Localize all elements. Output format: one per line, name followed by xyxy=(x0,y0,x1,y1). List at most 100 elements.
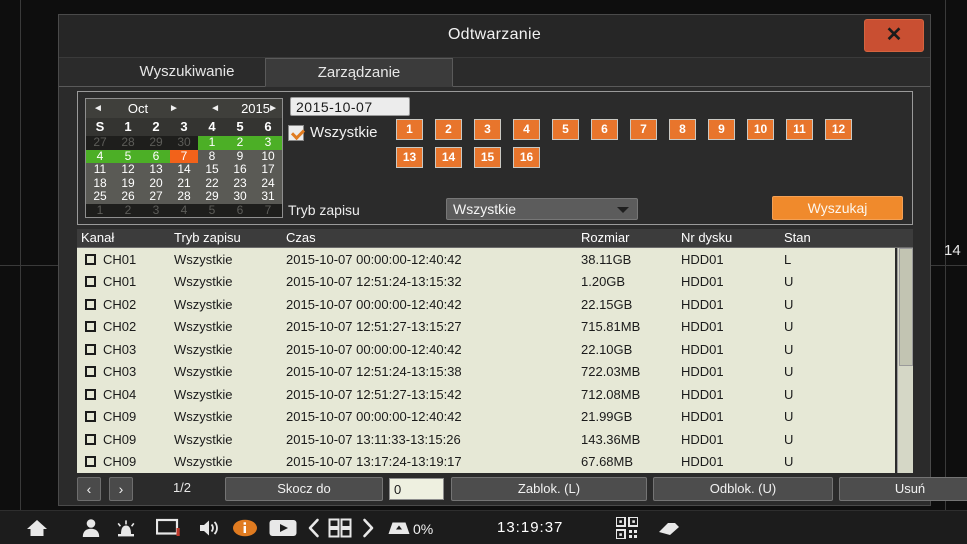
record-mode-select[interactable]: Wszystkie xyxy=(446,198,638,220)
pin-icon[interactable] xyxy=(656,517,682,539)
tab-wyszukiwanie[interactable]: Wyszukiwanie xyxy=(97,58,277,87)
channel-button-10[interactable]: 10 xyxy=(747,119,774,140)
calendar-day-29[interactable]: 29 xyxy=(198,190,226,204)
table-row[interactable]: CH01 Wszystkie 2015-10-07 12:51:24-13:15:3… xyxy=(77,271,895,294)
table-row[interactable]: CH02 Wszystkie 2015-10-07 12:51:27-13:15:2… xyxy=(77,316,895,339)
calendar-day-28[interactable]: 28 xyxy=(170,190,198,204)
calendar-day-4[interactable]: 4 xyxy=(86,149,114,163)
calendar-day-9[interactable]: 9 xyxy=(226,149,254,163)
channel-button-9[interactable]: 9 xyxy=(708,119,735,140)
channel-button-13[interactable]: 13 xyxy=(396,147,423,168)
table-row[interactable]: CH02 Wszystkie 2015-10-07 00:00:00-12:40:4… xyxy=(77,293,895,316)
calendar-day-27[interactable]: 27 xyxy=(142,190,170,204)
table-row[interactable]: CH03 Wszystkie 2015-10-07 00:00:00-12:40:4… xyxy=(77,338,895,361)
row-checkbox[interactable] xyxy=(85,456,96,468)
channel-button-11[interactable]: 11 xyxy=(786,119,813,140)
grid-layout-icon[interactable] xyxy=(326,517,354,539)
calendar-day-2[interactable]: 2 xyxy=(226,136,254,150)
channel-button-8[interactable]: 8 xyxy=(669,119,696,140)
calendar-day-8[interactable]: 8 xyxy=(198,149,226,163)
prev-channel-icon[interactable] xyxy=(306,517,322,539)
calendar-day-6[interactable]: 6 xyxy=(142,149,170,163)
next-month-icon[interactable]: ► xyxy=(169,102,179,115)
calendar-day-22[interactable]: 22 xyxy=(198,176,226,190)
qr-code-icon[interactable] xyxy=(614,517,640,539)
row-checkbox[interactable] xyxy=(85,276,96,288)
search-button[interactable]: Wyszukaj xyxy=(772,196,903,220)
calendar-day-18[interactable]: 18 xyxy=(86,176,114,190)
calendar-day-21[interactable]: 21 xyxy=(170,176,198,190)
calendar-day-23[interactable]: 23 xyxy=(226,176,254,190)
row-checkbox[interactable] xyxy=(85,343,96,355)
calendar-day-16[interactable]: 16 xyxy=(226,163,254,177)
row-checkbox[interactable] xyxy=(85,433,96,445)
channel-button-15[interactable]: 15 xyxy=(474,147,501,168)
user-icon[interactable] xyxy=(78,517,104,539)
row-checkbox[interactable] xyxy=(85,253,96,265)
monitor-icon[interactable] xyxy=(154,517,184,539)
lock-button[interactable]: Zablok. (L) xyxy=(451,477,647,501)
home-icon[interactable] xyxy=(24,517,50,539)
table-row[interactable]: CH09 Wszystkie 2015-10-07 13:11:33-13:15:2… xyxy=(77,428,895,451)
table-row[interactable]: CH01 Wszystkie 2015-10-07 00:00:00-12:40:4… xyxy=(77,248,895,271)
row-checkbox[interactable] xyxy=(85,388,96,400)
checkbox-check-icon[interactable] xyxy=(288,124,304,141)
channel-button-14[interactable]: 14 xyxy=(435,147,462,168)
calendar-day-25[interactable]: 25 xyxy=(86,190,114,204)
calendar-month-label[interactable]: Oct xyxy=(110,101,166,116)
channel-button-12[interactable]: 12 xyxy=(825,119,852,140)
calendar-day-3[interactable]: 3 xyxy=(254,136,282,150)
calendar-day-14[interactable]: 14 xyxy=(170,163,198,177)
calendar-day-31[interactable]: 31 xyxy=(254,190,282,204)
calendar-day-26[interactable]: 26 xyxy=(114,190,142,204)
alarm-icon[interactable] xyxy=(112,517,140,539)
table-row[interactable]: CH04 Wszystkie 2015-10-07 12:51:27-13:15:4… xyxy=(77,383,895,406)
row-checkbox[interactable] xyxy=(85,298,96,310)
calendar-day-13[interactable]: 13 xyxy=(142,163,170,177)
calendar-day-10[interactable]: 10 xyxy=(254,149,282,163)
channel-button-7[interactable]: 7 xyxy=(630,119,657,140)
volume-icon[interactable] xyxy=(196,517,222,539)
calendar-day-11[interactable]: 11 xyxy=(86,163,114,177)
prev-year-icon[interactable]: ◄ xyxy=(210,102,220,115)
table-scrollbar[interactable] xyxy=(897,248,913,473)
calendar-year-label[interactable]: 2015 xyxy=(241,101,270,116)
chevron-down-icon[interactable] xyxy=(617,207,629,213)
scrollbar-thumb[interactable] xyxy=(899,248,913,366)
channel-button-2[interactable]: 2 xyxy=(435,119,462,140)
channel-button-6[interactable]: 6 xyxy=(591,119,618,140)
calendar-day-19[interactable]: 19 xyxy=(114,176,142,190)
next-year-icon[interactable]: ► xyxy=(268,102,278,115)
row-checkbox[interactable] xyxy=(85,366,96,378)
all-channels-checkbox[interactable]: Wszystkie xyxy=(288,124,378,141)
close-icon[interactable]: ✕ xyxy=(864,19,924,52)
playback-icon[interactable] xyxy=(268,517,298,539)
prev-month-icon[interactable]: ◄ xyxy=(93,102,103,115)
table-row[interactable]: CH03 Wszystkie 2015-10-07 12:51:24-13:15:3… xyxy=(77,361,895,384)
calendar-day-30[interactable]: 30 xyxy=(226,190,254,204)
delete-button[interactable]: Usuń xyxy=(839,477,967,501)
jump-to-input[interactable]: 0 xyxy=(389,478,444,500)
info-alert-icon[interactable] xyxy=(232,517,258,539)
selected-date-field[interactable]: 2015-10-07 xyxy=(290,97,410,116)
table-row[interactable]: CH09 Wszystkie 2015-10-07 00:00:00-12:40:4… xyxy=(77,406,895,429)
calendar-day-17[interactable]: 17 xyxy=(254,163,282,177)
tab-zarzadzanie[interactable]: Zarządzanie xyxy=(265,58,453,87)
calendar-day-15[interactable]: 15 xyxy=(198,163,226,177)
row-checkbox[interactable] xyxy=(85,321,96,333)
jump-to-button[interactable]: Skocz do xyxy=(225,477,383,501)
channel-button-3[interactable]: 3 xyxy=(474,119,501,140)
calendar-day-20[interactable]: 20 xyxy=(142,176,170,190)
channel-button-4[interactable]: 4 xyxy=(513,119,540,140)
next-page-button[interactable]: › xyxy=(109,477,133,501)
calendar-day-1[interactable]: 1 xyxy=(198,136,226,150)
disk-storage-icon[interactable] xyxy=(386,517,412,539)
row-checkbox[interactable] xyxy=(85,411,96,423)
channel-button-5[interactable]: 5 xyxy=(552,119,579,140)
next-channel-icon[interactable] xyxy=(360,517,376,539)
unlock-button[interactable]: Odblok. (U) xyxy=(653,477,833,501)
calendar-day-12[interactable]: 12 xyxy=(114,163,142,177)
prev-page-button[interactable]: ‹ xyxy=(77,477,101,501)
channel-button-16[interactable]: 16 xyxy=(513,147,540,168)
table-row[interactable]: CH09 Wszystkie 2015-10-07 13:17:24-13:19:1… xyxy=(77,451,895,474)
